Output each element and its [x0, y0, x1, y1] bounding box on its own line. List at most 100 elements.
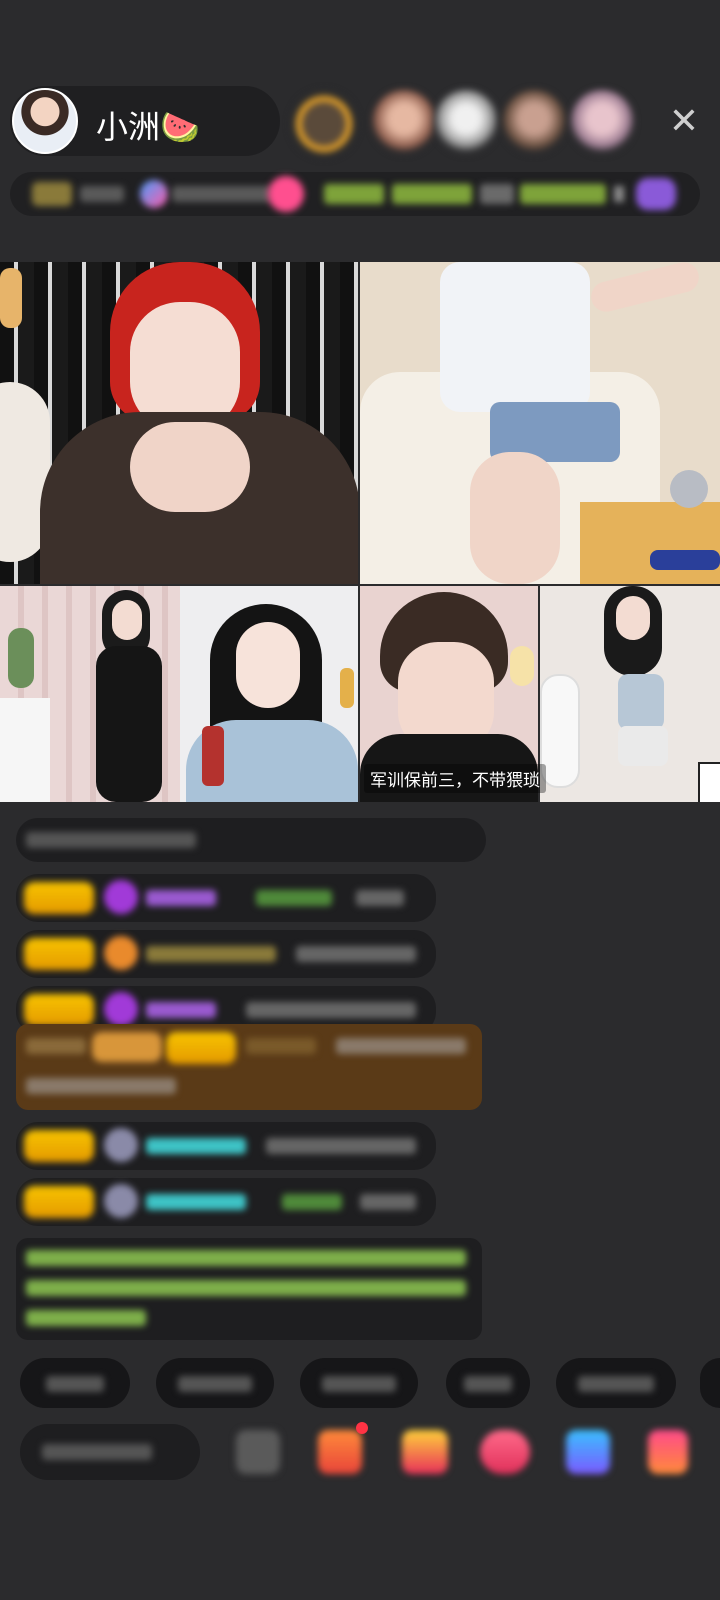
video-tile-guest-5[interactable]	[540, 586, 720, 802]
announcement-line-1	[26, 1250, 466, 1266]
green-chip-1[interactable]	[324, 184, 384, 204]
guest-avatar-5[interactable]	[570, 90, 634, 154]
host-info-pill[interactable]: 小洲🍉	[10, 86, 280, 156]
lamp-glow	[510, 646, 534, 686]
pink-gift-icon[interactable]	[480, 1430, 530, 1474]
video-tile-guest-1[interactable]	[360, 262, 720, 584]
more-icon[interactable]	[648, 1430, 688, 1474]
host-avatar[interactable]	[12, 88, 78, 154]
blue-gift-icon[interactable]	[566, 1430, 610, 1474]
chat-message[interactable]	[16, 930, 436, 978]
sticker-icon	[0, 268, 22, 328]
chat-text	[246, 1002, 416, 1018]
quick-reply-text	[46, 1376, 104, 1392]
guest-face	[236, 622, 300, 708]
chat-text	[296, 946, 416, 962]
green-chip-2[interactable]	[392, 184, 472, 204]
hot-chip-text	[172, 186, 272, 202]
rank-chip-text	[80, 186, 124, 202]
chat-username-2[interactable]	[256, 890, 332, 906]
level-badge	[24, 1130, 94, 1162]
chat-username[interactable]	[146, 1002, 216, 1018]
level-badge	[24, 882, 94, 914]
level-badge	[24, 938, 94, 970]
chat-username[interactable]	[146, 1138, 246, 1154]
host-skin	[130, 422, 250, 512]
quick-reply-2[interactable]	[156, 1358, 274, 1408]
plant	[8, 628, 34, 688]
chat-notice	[16, 818, 486, 862]
guest-strap	[202, 726, 224, 786]
chat-announcement	[16, 1238, 482, 1340]
chat-username[interactable]	[146, 1194, 246, 1210]
highlight-badge	[92, 1032, 162, 1062]
chat-username[interactable]	[146, 890, 216, 906]
gift-icon[interactable]	[318, 1430, 362, 1474]
quick-reply-4[interactable]	[446, 1358, 530, 1408]
green-chip-3[interactable]	[520, 184, 606, 204]
close-icon[interactable]: ✕	[662, 100, 706, 144]
red-gift-icon[interactable]	[402, 1430, 448, 1474]
video-tile-guest-2[interactable]	[0, 586, 180, 802]
highlight-user[interactable]	[246, 1038, 316, 1054]
chat-message[interactable]	[16, 874, 436, 922]
guest-leg	[470, 452, 560, 584]
guest-arm	[588, 262, 702, 315]
chat-username[interactable]	[146, 946, 276, 962]
quick-reply-5[interactable]	[556, 1358, 676, 1408]
chair	[540, 674, 580, 788]
guest-avatar-3[interactable]	[434, 90, 498, 154]
chat-mention[interactable]	[282, 1194, 342, 1210]
dancer2-face	[616, 596, 650, 640]
follow-text-overlay	[180, 624, 210, 650]
guest-avatar-4[interactable]	[502, 90, 566, 154]
user-avatar	[104, 1184, 138, 1218]
user-avatar	[104, 1128, 138, 1162]
dancer2-shorts	[618, 726, 668, 766]
level-badge	[24, 1186, 94, 1218]
dancer2-top	[618, 674, 664, 730]
highlight-text-1	[336, 1038, 466, 1054]
dancer-body	[96, 646, 162, 802]
level-badge	[24, 994, 94, 1026]
guest-avatar-2[interactable]	[372, 90, 436, 154]
quick-reply-text	[178, 1376, 252, 1392]
quick-reply-text	[578, 1376, 654, 1392]
video-caption: 军训保前三，不带猥琐	[364, 764, 546, 793]
notification-dot	[356, 1422, 368, 1434]
guest-top	[440, 262, 590, 412]
announcement-line-3	[26, 1310, 146, 1326]
rank-chip[interactable]	[32, 182, 72, 206]
highlight-label	[26, 1038, 86, 1054]
chat-text	[266, 1138, 416, 1154]
pink-badge-icon[interactable]	[268, 176, 304, 212]
highlight-text-2	[26, 1078, 176, 1094]
purple-badge-icon[interactable]	[636, 178, 676, 210]
guest-avatar-1[interactable]	[290, 90, 358, 158]
lamp	[340, 668, 354, 708]
chat-message[interactable]	[16, 1122, 436, 1170]
chat-text	[360, 1194, 416, 1210]
quick-reply-1[interactable]	[20, 1358, 130, 1408]
video-tile-host[interactable]	[0, 262, 358, 584]
dancer-face	[112, 600, 142, 640]
grey-chip[interactable]	[480, 184, 514, 204]
purple-gift-icon	[104, 992, 138, 1026]
quick-reply-text	[322, 1376, 396, 1392]
level-badge	[166, 1032, 236, 1064]
chevron-icon[interactable]	[614, 186, 624, 202]
video-tile-guest-3[interactable]	[180, 586, 358, 802]
ranking-chip-row[interactable]	[10, 172, 700, 216]
chat-input-placeholder	[42, 1444, 152, 1460]
frame-corner	[698, 762, 720, 802]
chat-highlight-message[interactable]	[16, 1024, 482, 1110]
chat-message[interactable]	[16, 1178, 436, 1226]
emoji-icon[interactable]	[236, 1430, 280, 1474]
chat-input[interactable]	[20, 1424, 200, 1480]
quick-reply-6[interactable]	[700, 1358, 720, 1408]
host-name: 小洲🍉	[96, 108, 200, 146]
hot-chip-icon	[140, 180, 168, 208]
quick-reply-3[interactable]	[300, 1358, 418, 1408]
announcement-line-2	[26, 1280, 466, 1296]
light-stand	[650, 550, 720, 570]
